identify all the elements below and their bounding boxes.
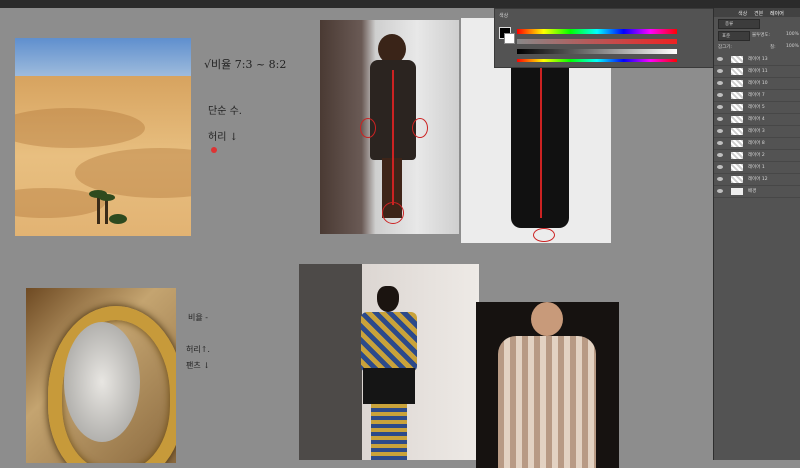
- runway-leather-dress[interactable]: [320, 20, 459, 234]
- eye-icon[interactable]: [717, 177, 723, 181]
- palm-trees: [87, 190, 127, 226]
- eye-icon[interactable]: [717, 69, 723, 73]
- layer-thumbnail: [731, 104, 743, 111]
- baroque-mirror[interactable]: [26, 288, 176, 463]
- model-head: [531, 302, 563, 336]
- skirt: [363, 368, 415, 404]
- panel-tabs: 색상 견본 레이어: [714, 8, 800, 17]
- eye-icon[interactable]: [717, 153, 723, 157]
- layer-name: 레이어 7: [748, 93, 765, 98]
- mirror-glass: [64, 322, 140, 442]
- layer-row[interactable]: 배경: [714, 186, 800, 198]
- annotation-circle: [360, 118, 376, 138]
- layer-name: 레이어 4: [748, 117, 765, 122]
- spectrum-bar[interactable]: [517, 59, 677, 62]
- layer-thumbnail: [731, 164, 743, 171]
- layer-thumbnail: [731, 56, 743, 63]
- layer-thumbnail: [731, 92, 743, 99]
- fill-label: 칠:: [770, 45, 776, 50]
- background-swatch[interactable]: [504, 33, 515, 44]
- annotation-line: [540, 58, 542, 218]
- layer-row[interactable]: 레이어 8: [714, 138, 800, 150]
- layer-name: 레이어 3: [748, 129, 765, 134]
- layer-thumbnail: [731, 176, 743, 183]
- opacity-value[interactable]: 100%: [786, 32, 799, 37]
- annotation-circle: [382, 202, 404, 224]
- tab-color[interactable]: 색상: [738, 10, 747, 17]
- note-waist-2: 허리↑.: [186, 345, 210, 354]
- layer-name: 레이어 13: [748, 57, 768, 62]
- eye-icon[interactable]: [717, 117, 723, 121]
- eye-icon[interactable]: [717, 189, 723, 193]
- lock-label: 잠그기:: [718, 45, 732, 50]
- eye-icon[interactable]: [717, 93, 723, 97]
- layer-row[interactable]: 레이어 11: [714, 66, 800, 78]
- red-dot: [211, 147, 217, 153]
- note-pants: 팬츠 ↓: [186, 361, 210, 370]
- document-canvas[interactable]: √비율 7:3 ~ 8:2 단순 수. 허리 ↓ 비율 - 허리↑. 팬츠 ↓: [0, 8, 712, 468]
- fill-value[interactable]: 100%: [786, 44, 799, 49]
- hue-slider[interactable]: [517, 29, 677, 34]
- layer-name: 레이어 10: [748, 81, 768, 86]
- annotation-circle: [533, 228, 555, 242]
- layer-name: 배경: [748, 189, 757, 194]
- blend-mode-select[interactable]: 표준: [718, 31, 750, 41]
- eye-icon[interactable]: [717, 129, 723, 133]
- layer-thumbnail: [731, 188, 743, 195]
- eye-icon[interactable]: [717, 57, 723, 61]
- layer-thumbnail: [731, 68, 743, 75]
- desert-photo[interactable]: [15, 38, 191, 236]
- layer-search-field[interactable]: 종류: [718, 19, 760, 29]
- app-title-bar: [0, 0, 800, 8]
- layer-thumbnail: [731, 80, 743, 87]
- model-head: [377, 286, 399, 312]
- embellished-jacket: [498, 336, 596, 468]
- layers-panel[interactable]: 색상 견본 레이어 종류 표준 불투명도: 100% 잠그기: 칠: 100% …: [713, 8, 800, 460]
- layer-row[interactable]: 레이어 7: [714, 90, 800, 102]
- layer-name: 레이어 11: [748, 69, 768, 74]
- eye-icon[interactable]: [717, 165, 723, 169]
- layer-thumbnail: [731, 116, 743, 123]
- annotation-line: [392, 70, 394, 205]
- layer-row[interactable]: 레이어 5: [714, 102, 800, 114]
- layer-list[interactable]: 레이어 13 레이어 11 레이어 10 레이어 7 레이어 5 레이어 4 레…: [714, 54, 800, 214]
- layer-name: 레이어 12: [748, 177, 768, 182]
- layer-name: 레이어 5: [748, 105, 765, 110]
- layer-row[interactable]: 레이어 12: [714, 174, 800, 186]
- tab-swatches[interactable]: 견본: [754, 10, 763, 17]
- layer-thumbnail: [731, 128, 743, 135]
- eye-icon[interactable]: [717, 141, 723, 145]
- color-panel[interactable]: 색상: [494, 8, 718, 68]
- layer-row[interactable]: 레이어 10: [714, 78, 800, 90]
- opacity-label: 불투명도:: [752, 33, 771, 38]
- layer-name: 레이어 8: [748, 141, 765, 146]
- layer-row[interactable]: 레이어 3: [714, 126, 800, 138]
- layer-row[interactable]: 레이어 1: [714, 162, 800, 174]
- search-label: 종류: [725, 22, 734, 27]
- tab-layers[interactable]: 레이어: [770, 10, 784, 17]
- note-ratio: √비율 7:3 ~ 8:2: [204, 58, 287, 71]
- note-ratio-2: 비율 -: [188, 313, 208, 322]
- embellished-jacket-look[interactable]: [476, 302, 619, 468]
- blend-mode-value: 표준: [722, 34, 731, 39]
- layer-name: 레이어 1: [748, 165, 765, 170]
- annotation-circle: [412, 118, 428, 138]
- note-line: 단순 수.: [208, 106, 242, 117]
- layer-thumbnail: [731, 152, 743, 159]
- layer-thumbnail: [731, 140, 743, 147]
- note-waist: 허리 ↓: [208, 132, 238, 143]
- layer-row[interactable]: 레이어 2: [714, 150, 800, 162]
- eye-icon[interactable]: [717, 81, 723, 85]
- layer-row[interactable]: 레이어 4: [714, 114, 800, 126]
- brightness-slider[interactable]: [517, 49, 677, 54]
- layer-row[interactable]: 레이어 13: [714, 54, 800, 66]
- saturation-slider[interactable]: [517, 39, 677, 44]
- layer-name: 레이어 2: [748, 153, 765, 158]
- eye-icon[interactable]: [717, 105, 723, 109]
- printed-jacket: [361, 312, 417, 372]
- runway-printed-look[interactable]: [299, 264, 479, 460]
- color-panel-tab[interactable]: 색상: [499, 12, 508, 19]
- leggings: [371, 404, 407, 460]
